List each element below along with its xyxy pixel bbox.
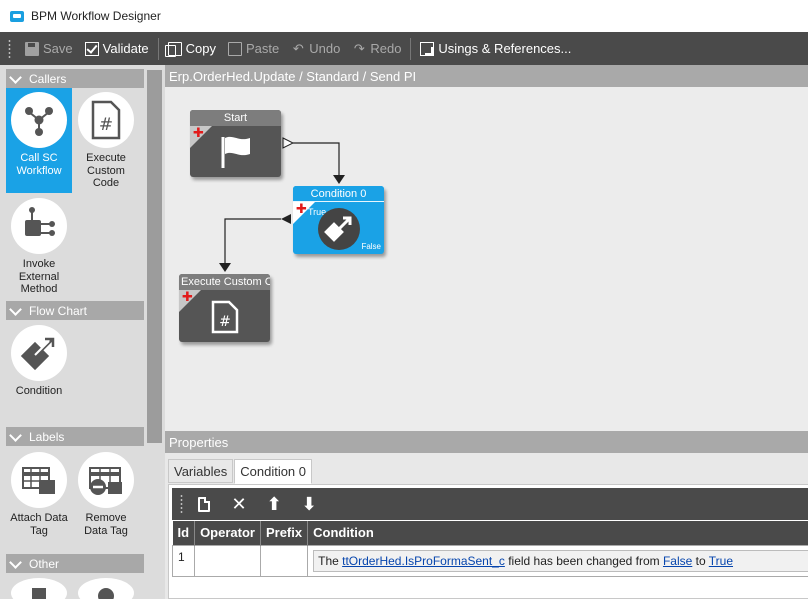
tool-condition[interactable]: Condition [6,321,72,401]
flag-icon [218,132,254,172]
redo-button[interactable]: ↷ Redo [346,32,407,65]
condition-icon [316,206,362,252]
category-callers[interactable]: Callers [6,69,144,88]
tool-other-1[interactable] [6,574,72,599]
category-labels[interactable]: Labels [6,427,144,446]
undo-button[interactable]: ↶ Undo [285,32,346,65]
move-down-button[interactable]: ⬇ [296,491,322,517]
condition-field-link[interactable]: ttOrderHed.IsProFormaSent_c [342,554,505,568]
save-button[interactable]: Save [19,32,79,65]
canvas-breadcrumb: Erp.OrderHed.Update / Standard / Send PI [165,65,808,87]
chevron-down-icon [9,430,23,444]
save-icon [25,41,39,56]
arrow-up-icon: ⬆ [266,493,282,514]
copy-icon [164,41,182,57]
tab-condition-0[interactable]: Condition 0 [234,459,313,484]
title-bar: BPM Workflow Designer [0,0,808,32]
window-title: BPM Workflow Designer [31,9,161,23]
grid-toolbar: ✕ ⬆ ⬇ [172,488,808,520]
column-header-operator[interactable]: Operator [194,521,261,545]
cell-operator[interactable] [194,544,261,577]
app-icon [10,10,24,22]
tool-execute-custom-code[interactable]: # Execute Custom Code [73,88,139,216]
properties-tabs: Variables Condition 0 [168,459,313,484]
usings-icon [420,41,435,56]
properties-header: Properties [165,431,808,453]
custom-code-icon: # [78,92,134,148]
toolbar-grip[interactable] [180,494,183,514]
cell-id[interactable]: 1 [171,544,196,577]
add-icon[interactable]: ✚ [296,202,307,215]
properties-panel: Variables Condition 0 ✕ ⬆ ⬇ Id Operator [165,453,808,599]
call-sc-workflow-icon [11,92,67,148]
new-document-icon [198,496,210,512]
copy-button[interactable]: Copy [162,32,222,65]
chevron-down-icon [9,72,23,86]
add-icon[interactable]: ✚ [193,126,204,139]
tab-variables[interactable]: Variables [168,459,234,483]
paste-button[interactable]: Paste [222,32,285,65]
main-toolbar: Save Validate Copy Paste ↶ Undo ↷ Redo U… [0,32,808,65]
workflow-canvas[interactable]: Start ✚ Condition 0 ✚ True False Execute… [165,87,808,431]
undo-icon: ↶ [292,40,304,56]
tool-other-2[interactable] [73,574,139,599]
toolbar-separator [157,37,159,60]
start-node[interactable]: Start ✚ [190,110,281,177]
usings-references-button[interactable]: Usings & References... [414,32,577,65]
custom-code-icon: # [209,298,241,336]
arrow-down-icon: ⬇ [301,493,317,514]
other-tool-icon [78,578,134,599]
connector-condition-to-execute[interactable] [219,214,291,272]
cell-condition[interactable]: The ttOrderHed.IsProFormaSent_c field ha… [307,544,808,577]
remove-data-tag-icon [78,452,134,508]
palette-scrollbar[interactable] [146,65,165,599]
table-row[interactable]: 1 The ttOrderHed.IsProFormaSent_c field … [171,544,808,577]
column-header-condition[interactable]: Condition [307,521,808,545]
tool-attach-data-tag[interactable]: Attach Data Tag [6,448,72,548]
condition-expression[interactable]: The ttOrderHed.IsProFormaSent_c field ha… [313,549,808,572]
close-icon: ✕ [231,493,247,514]
palette-scrollbar-thumb[interactable] [147,70,162,443]
move-up-button[interactable]: ⬆ [261,491,287,517]
condition-icon [11,325,67,381]
other-tool-icon [11,578,67,599]
execute-custom-code-node[interactable]: Execute Custom Code ✚ # [179,274,270,342]
new-row-button[interactable] [191,491,217,517]
checkbox-check-icon [84,41,99,56]
toolbar-separator [410,37,412,60]
condition-from-value-link[interactable]: False [663,554,692,568]
connector-start-to-condition[interactable] [282,137,345,184]
delete-row-button[interactable]: ✕ [226,491,252,517]
tool-remove-data-tag[interactable]: Remove Data Tag [73,448,139,548]
attach-data-tag-icon [11,452,67,508]
toolbar-grip[interactable] [8,38,11,59]
category-other[interactable]: Other [6,554,144,573]
chevron-down-icon [9,557,23,571]
conditions-table: Id Operator Prefix Condition 1 The ttOrd… [171,521,808,577]
paste-icon [228,41,243,56]
condition-to-value-link[interactable]: True [709,554,733,568]
redo-icon: ↷ [353,40,365,56]
invoke-method-icon [11,198,67,254]
add-icon[interactable]: ✚ [182,290,193,303]
validate-button[interactable]: Validate [79,32,155,65]
svg-text:#: # [99,115,113,135]
condition-tab-body: ✕ ⬆ ⬇ Id Operator Prefix Condition 1 The… [168,484,808,599]
tool-palette: Callers Call SC Workflow # Execute Custo… [0,65,147,599]
svg-text:#: # [219,314,231,330]
chevron-down-icon [9,304,23,318]
tool-call-sc-workflow[interactable]: Call SC Workflow [6,88,72,193]
cell-prefix[interactable] [259,544,309,577]
column-header-id[interactable]: Id [172,521,196,545]
column-header-prefix[interactable]: Prefix [260,521,309,545]
condition-node[interactable]: Condition 0 ✚ True False [293,186,384,254]
category-flow-chart[interactable]: Flow Chart [6,301,144,320]
